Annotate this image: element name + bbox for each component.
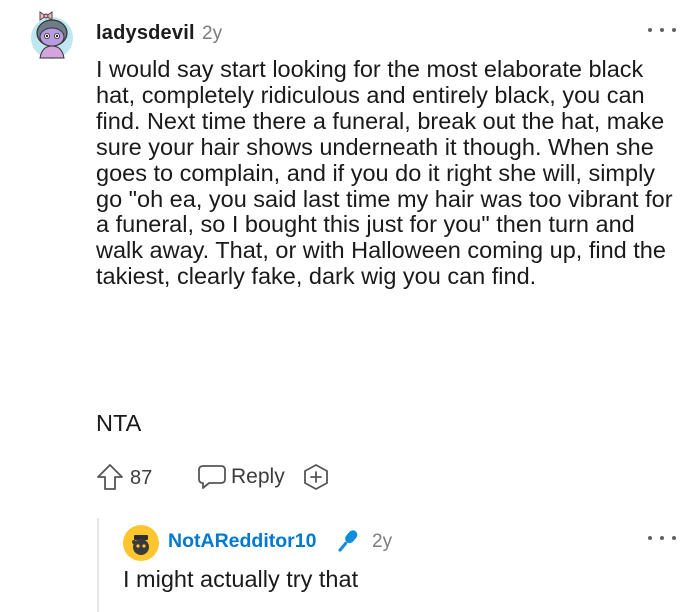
- reply-body: I might actually try that: [123, 566, 359, 592]
- reply-timestamp: 2y: [372, 531, 393, 552]
- comment-actions: 87 Reply: [96, 462, 496, 492]
- comment-timestamp: 2y: [202, 23, 223, 44]
- avatar[interactable]: [28, 11, 76, 60]
- comment-username[interactable]: ladysdevil: [96, 22, 195, 45]
- snoo-avatar-icon: [123, 525, 159, 561]
- microphone-icon: [338, 530, 358, 552]
- snoo-avatar-icon: [31, 11, 73, 59]
- reply-username[interactable]: NotARedditor10: [168, 530, 316, 553]
- reply-button[interactable]: Reply: [231, 465, 285, 489]
- upvote-arrow-icon[interactable]: [96, 462, 124, 492]
- more-options-icon[interactable]: [648, 20, 676, 40]
- more-options-icon[interactable]: [648, 528, 676, 548]
- reply-avatar[interactable]: [123, 525, 159, 561]
- comment-body-verdict: NTA: [96, 410, 142, 436]
- reply-bubble-icon[interactable]: [197, 464, 227, 490]
- thread-line[interactable]: [97, 518, 99, 612]
- vote-count: 87: [130, 467, 153, 489]
- comment-body: I would say start looking for the most e…: [96, 56, 673, 290]
- award-plus-icon[interactable]: [302, 463, 330, 491]
